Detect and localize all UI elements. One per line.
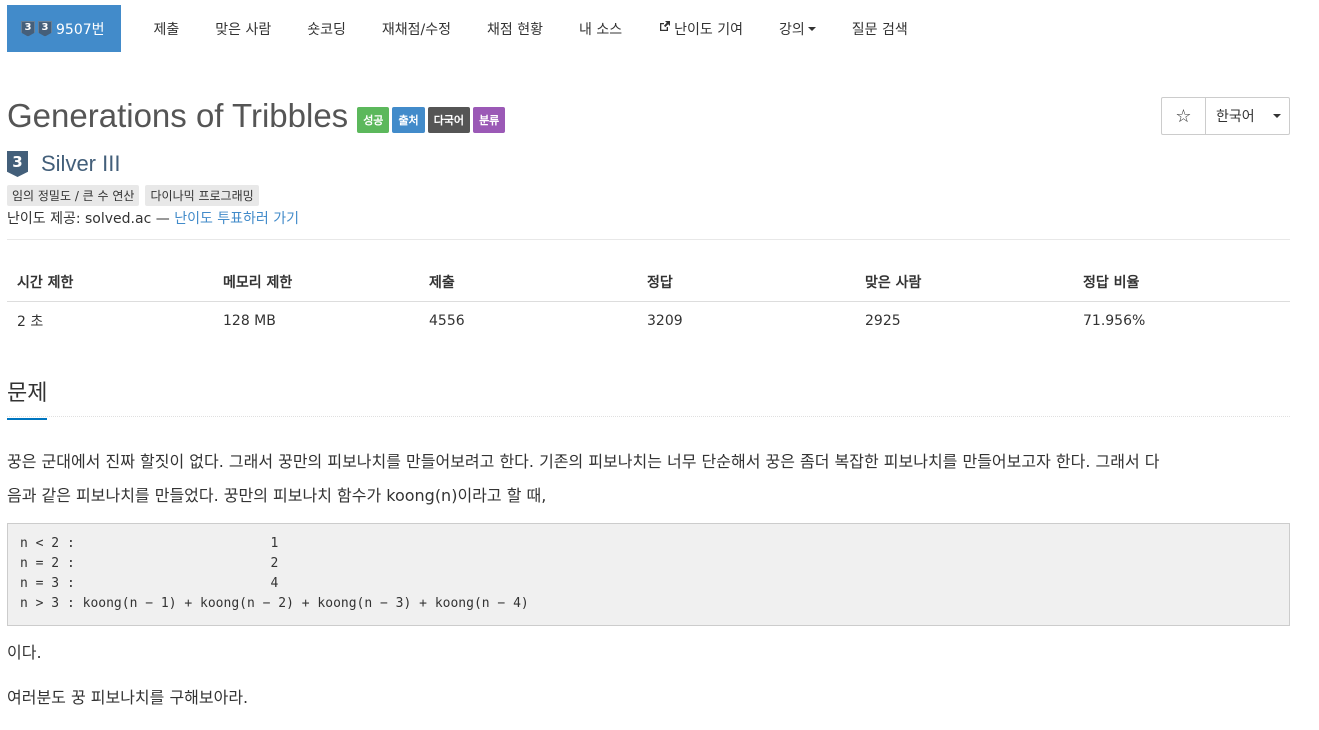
tag-item[interactable]: 다이나믹 프로그래밍 — [145, 185, 259, 206]
nav-difficulty-label: 난이도 기여 — [674, 21, 743, 38]
description-closing: 여러분도 꿍 피보나치를 구해보아라. — [7, 688, 249, 707]
value-accepted: 3209 — [647, 313, 683, 329]
tier-badge-icon: 3 — [38, 20, 52, 37]
nav-my-source[interactable]: 내 소스 — [561, 5, 640, 52]
problem-controls: ☆ 한국어 — [1161, 97, 1290, 135]
caret-down-icon — [807, 26, 816, 31]
tier-badge-icon: 3 — [21, 20, 35, 37]
difficulty-credit: 난이도 제공: solved.ac — 난이도 투표하러 가기 — [7, 208, 299, 228]
label-category[interactable]: 분류 — [473, 107, 506, 133]
nav-question-search[interactable]: 질문 검색 — [834, 5, 926, 52]
tag-item[interactable]: 임의 정밀도 / 큰 수 연산 — [7, 185, 140, 206]
nav-submit[interactable]: 제출 — [136, 5, 198, 52]
problem-title: Generations of Tribbles — [7, 97, 349, 134]
label-source[interactable]: 출처 — [392, 107, 425, 133]
table-header-row: 시간 제한 메모리 제한 제출 정답 맞은 사람 정답 비율 — [7, 263, 1290, 302]
label-success[interactable]: 성공 — [357, 107, 390, 133]
problem-section-header: 문제 — [7, 375, 48, 420]
star-button[interactable]: ☆ — [1162, 98, 1206, 134]
section-title: 문제 — [7, 375, 48, 420]
caret-down-icon — [1272, 114, 1281, 118]
problem-description: 꿍은 군대에서 진짜 할짓이 없다. 그래서 꿍만의 피보나치를 만들어보려고 … — [7, 445, 1297, 513]
header-accept-ratio: 정답 비율 — [1073, 263, 1290, 302]
header-time-limit: 시간 제한 — [7, 263, 213, 302]
value-accept-ratio: 71.956% — [1083, 313, 1146, 329]
header-solved-users: 맞은 사람 — [855, 263, 1073, 302]
value-solved-users: 2925 — [865, 313, 901, 329]
label-multilingual[interactable]: 다국어 — [427, 107, 471, 133]
star-icon: ☆ — [1175, 105, 1192, 127]
external-link-icon — [658, 20, 671, 37]
header-accepted: 정답 — [637, 263, 855, 302]
value-memory-limit: 128 MB — [223, 313, 276, 329]
section-divider — [7, 416, 1290, 418]
value-time-limit: 2 초 — [17, 314, 44, 330]
description-line-2: 음과 같은 피보나치를 만들었다. 꿍만의 피보나치 함수가 koong(n)이… — [7, 486, 547, 505]
tier-icon: 3 — [7, 151, 28, 177]
problem-number-label: 9507번 — [56, 21, 105, 38]
value-submissions: 4556 — [429, 313, 465, 329]
tier-row: 3 Silver III — [7, 151, 120, 177]
language-label: 한국어 — [1216, 109, 1255, 125]
language-select[interactable]: 한국어 — [1206, 98, 1289, 134]
nav-difficulty-contribute[interactable]: 난이도 기여 — [640, 5, 761, 52]
nav-short-coding[interactable]: 숏코딩 — [289, 5, 364, 52]
nav-solved-users[interactable]: 맞은 사람 — [197, 5, 289, 52]
header-submissions: 제출 — [419, 263, 637, 302]
algorithm-tags: 임의 정밀도 / 큰 수 연산 다이나믹 프로그래밍 — [7, 185, 265, 206]
table-row: 2 초 128 MB 4556 3209 2925 71.956% — [7, 302, 1290, 341]
description-after-code: 이다. — [7, 643, 42, 662]
nav-status[interactable]: 채점 현황 — [469, 5, 561, 52]
problem-number-tab[interactable]: 3 3 9507번 — [7, 5, 121, 52]
nav-rejudge[interactable]: 재채점/수정 — [364, 5, 469, 52]
code-block: n < 2 : 1 n = 2 : 2 n = 3 : 4 n > 3 : ko… — [7, 523, 1290, 626]
nav-lecture-dropdown[interactable]: 강의 — [761, 5, 834, 52]
tier-text[interactable]: Silver III — [41, 151, 120, 177]
title-row: Generations of Tribbles 성공 출처 다국어 분류 — [7, 97, 506, 135]
vote-difficulty-link[interactable]: 난이도 투표하러 가기 — [174, 211, 299, 227]
credit-text: 난이도 제공: solved.ac — — [7, 211, 175, 227]
problem-info-table: 시간 제한 메모리 제한 제출 정답 맞은 사람 정답 비율 2 초 128 M… — [7, 263, 1290, 340]
divider — [7, 239, 1290, 240]
problem-menu: 3 3 9507번 제출 맞은 사람 숏코딩 재채점/수정 채점 현황 내 소스… — [7, 5, 926, 52]
description-line-1: 꿍은 군대에서 진짜 할짓이 없다. 그래서 꿍만의 피보나치를 만들어보려고 … — [7, 452, 1160, 471]
header-memory-limit: 메모리 제한 — [213, 263, 419, 302]
nav-lecture-label: 강의 — [778, 21, 805, 38]
